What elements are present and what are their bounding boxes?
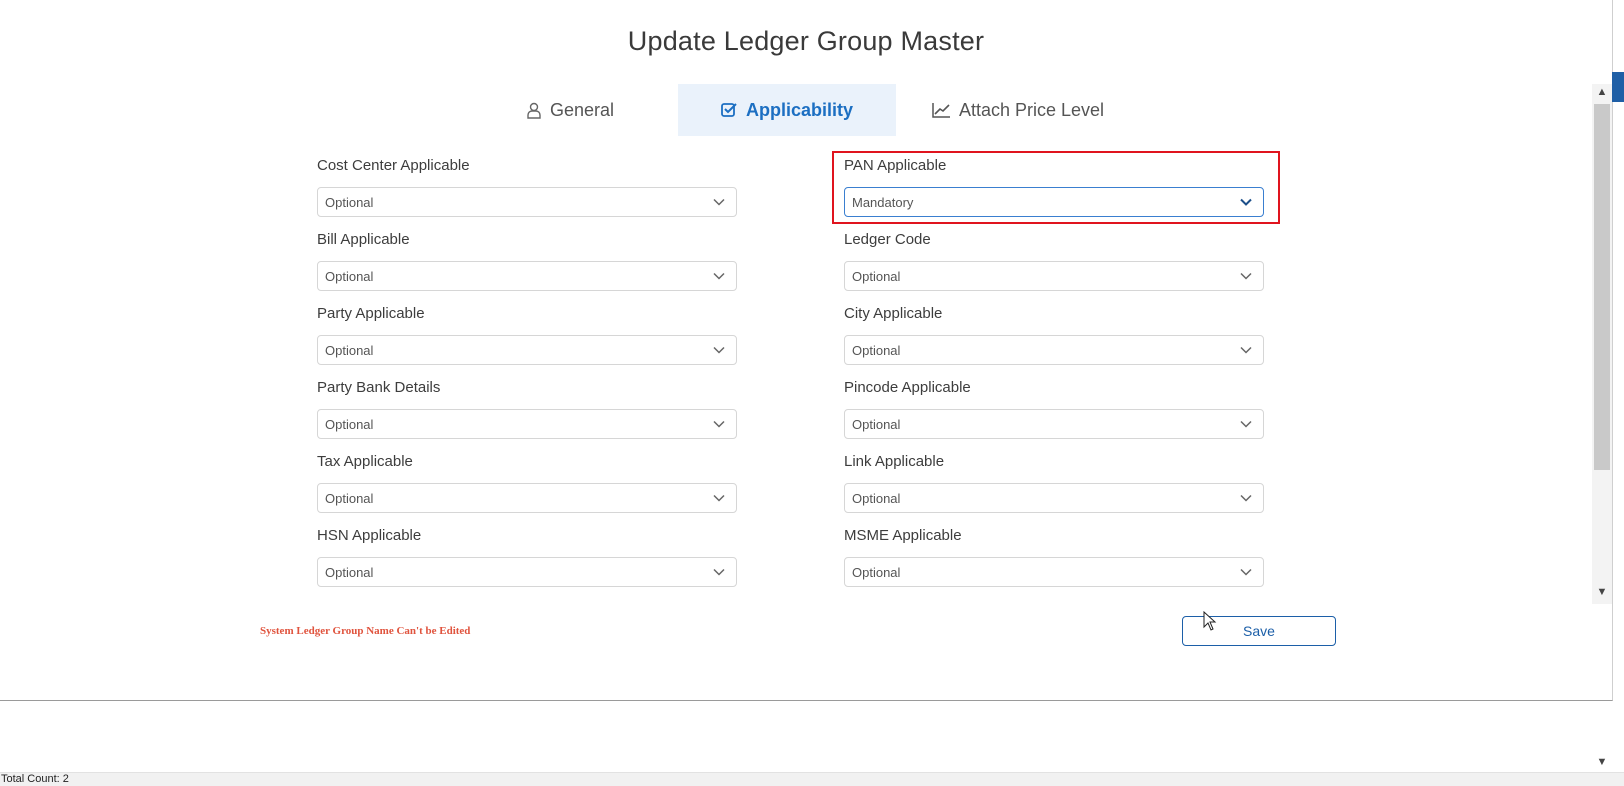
- link-field: Link Applicable Optional: [844, 453, 1264, 513]
- bill-label: Bill Applicable: [317, 231, 410, 248]
- side-accent-bar: [1612, 72, 1624, 102]
- scroll-down-icon[interactable]: ▼: [1594, 584, 1610, 600]
- ledger-code-label: Ledger Code: [844, 231, 931, 248]
- chevron-down-icon: [1240, 198, 1252, 206]
- ledger-code-field: Ledger Code Optional: [844, 231, 1264, 291]
- party-label: Party Applicable: [317, 305, 425, 322]
- bill-field: Bill Applicable Optional: [317, 231, 737, 291]
- link-label: Link Applicable: [844, 453, 945, 470]
- party-select[interactable]: Optional: [317, 335, 737, 365]
- bill-select[interactable]: Optional: [317, 261, 737, 291]
- chevron-down-icon: [1240, 346, 1252, 354]
- tab-applicability[interactable]: Applicability: [678, 84, 896, 136]
- status-footer: Total Count: 2: [0, 772, 1624, 786]
- edit-warning-note: System Ledger Group Name Can't be Edited: [260, 625, 471, 637]
- pan-field: PAN Applicable Mandatory: [844, 157, 1264, 217]
- party-bank-field: Party Bank Details Optional: [317, 379, 737, 439]
- hsn-select[interactable]: Optional: [317, 557, 737, 587]
- hsn-value: Optional: [325, 564, 374, 580]
- page-scroll-down-icon[interactable]: ▼: [1594, 754, 1610, 770]
- city-select[interactable]: Optional: [844, 335, 1264, 365]
- pincode-label: Pincode Applicable: [844, 379, 971, 396]
- chevron-down-icon: [1240, 272, 1252, 280]
- party-value: Optional: [325, 342, 374, 358]
- ledger-code-value: Optional: [852, 268, 901, 284]
- chevron-down-icon: [713, 346, 725, 354]
- tax-field: Tax Applicable Optional: [317, 453, 737, 513]
- tab-attach-price-level-label: Attach Price Level: [958, 99, 1105, 120]
- bill-value: Optional: [325, 268, 374, 284]
- dialog-title: Update Ledger Group Master: [627, 26, 985, 56]
- tax-value: Optional: [325, 490, 374, 506]
- ledger-code-select[interactable]: Optional: [844, 261, 1264, 291]
- cost-center-select[interactable]: Optional: [317, 187, 737, 217]
- tax-select[interactable]: Optional: [317, 483, 737, 513]
- chevron-down-icon: [713, 494, 725, 502]
- party-bank-value: Optional: [325, 416, 374, 432]
- chevron-down-icon: [713, 568, 725, 576]
- chevron-down-icon: [713, 272, 725, 280]
- cost-center-label: Cost Center Applicable: [317, 157, 470, 174]
- link-select[interactable]: Optional: [844, 483, 1264, 513]
- tab-attach-price-level[interactable]: Attach Price Level: [918, 84, 1118, 136]
- scroll-up-icon[interactable]: ▲: [1594, 84, 1610, 100]
- chevron-down-icon: [1240, 420, 1252, 428]
- chevron-down-icon: [713, 198, 725, 206]
- scrollbar-thumb[interactable]: [1594, 104, 1610, 470]
- chevron-down-icon: [1240, 494, 1252, 502]
- party-field: Party Applicable Optional: [317, 305, 737, 365]
- cost-center-value: Optional: [325, 194, 374, 210]
- pan-select[interactable]: Mandatory: [844, 187, 1264, 217]
- party-bank-label: Party Bank Details: [317, 379, 441, 396]
- pan-value: Mandatory: [852, 194, 914, 210]
- msme-value: Optional: [852, 564, 901, 580]
- msme-field: MSME Applicable Optional: [844, 527, 1264, 587]
- tax-label: Tax Applicable: [317, 453, 413, 470]
- tab-bar: General Applicability Attach Price Level: [0, 84, 1612, 136]
- chevron-down-icon: [1240, 568, 1252, 576]
- city-label: City Applicable: [844, 305, 943, 322]
- city-field: City Applicable Optional: [844, 305, 1264, 365]
- cost-center-field: Cost Center Applicable Optional: [317, 157, 737, 217]
- tab-general-label: General: [549, 99, 615, 120]
- user-icon: [527, 102, 541, 119]
- pan-label: PAN Applicable: [844, 157, 947, 174]
- chevron-down-icon: [713, 420, 725, 428]
- total-count: Total Count: 2: [1, 773, 69, 785]
- update-ledger-group-dialog: Update Ledger Group Master General Appli…: [0, 0, 1613, 701]
- pincode-field: Pincode Applicable Optional: [844, 379, 1264, 439]
- hsn-label: HSN Applicable: [317, 527, 422, 544]
- tab-applicability-label: Applicability: [745, 99, 853, 120]
- mouse-cursor-icon: [1203, 611, 1217, 631]
- hsn-field: HSN Applicable Optional: [317, 527, 737, 587]
- link-value: Optional: [852, 490, 901, 506]
- msme-select[interactable]: Optional: [844, 557, 1264, 587]
- pincode-value: Optional: [852, 416, 901, 432]
- tab-general[interactable]: General: [500, 84, 640, 136]
- party-bank-select[interactable]: Optional: [317, 409, 737, 439]
- msme-label: MSME Applicable: [844, 527, 962, 544]
- city-value: Optional: [852, 342, 901, 358]
- line-chart-icon: [932, 103, 950, 118]
- checkbox-icon: [721, 103, 737, 117]
- pincode-select[interactable]: Optional: [844, 409, 1264, 439]
